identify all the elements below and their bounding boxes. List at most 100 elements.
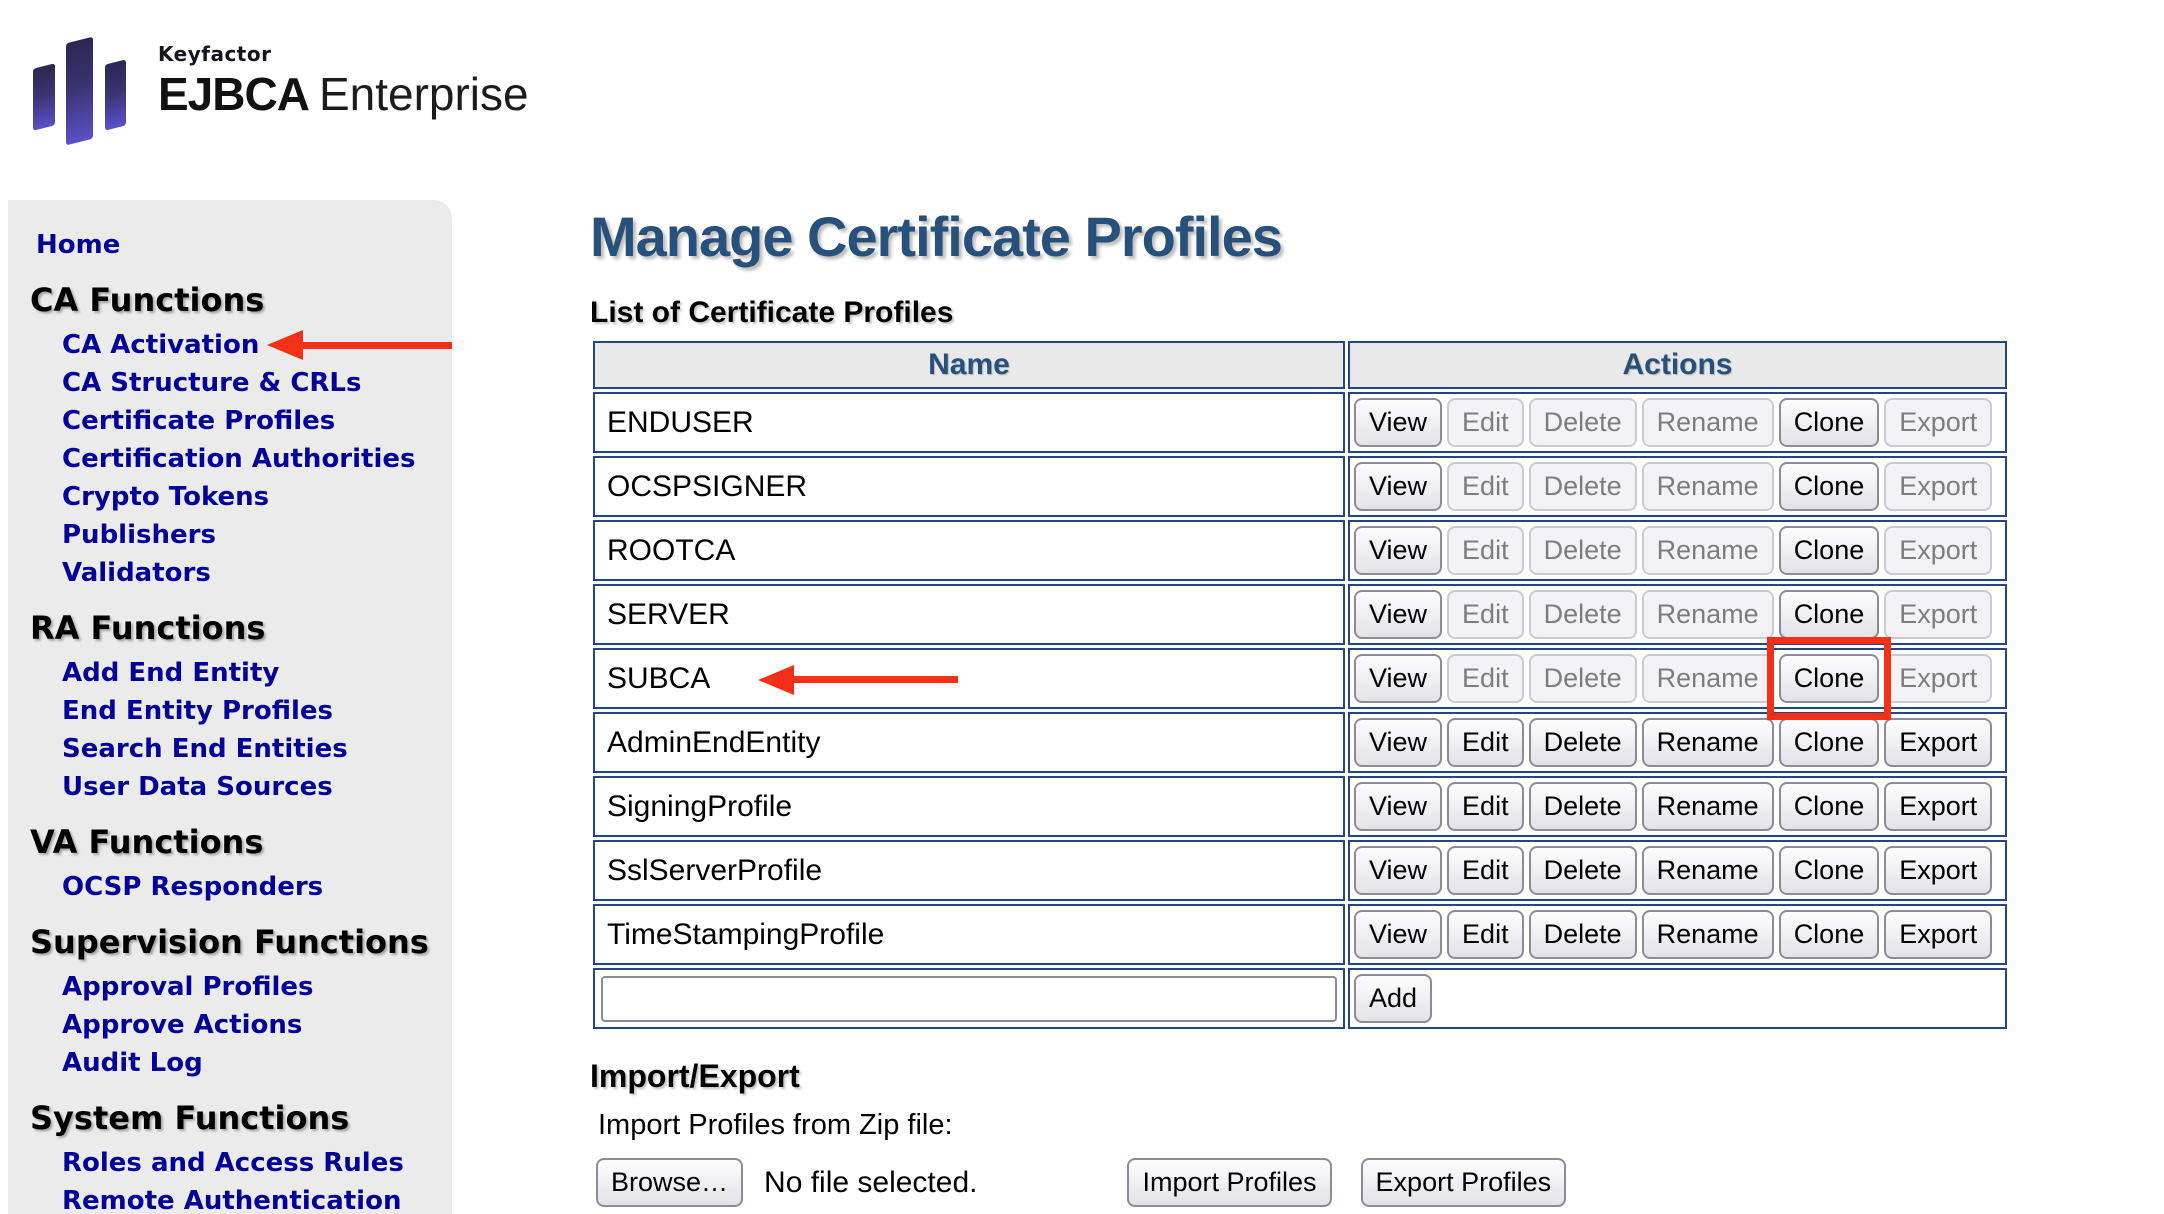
clone-button-server[interactable]: Clone [1779,590,1880,639]
sidebar-sections: CA Functions CA ActivationCA Structure & … [30,280,452,1214]
clone-button-sslserverprofile[interactable]: Clone [1779,846,1880,895]
export-button-timestampingprofile[interactable]: Export [1884,910,1992,959]
profile-name: SUBCA [607,662,710,695]
view-button-ocspsigner[interactable]: View [1354,462,1442,511]
sidebar-item-certificate-profiles[interactable]: Certificate Profiles [62,402,452,440]
rename-button-sslserverprofile[interactable]: Rename [1642,846,1774,895]
profile-actions-cell: ViewEditDeleteRenameCloneExport [1348,904,2007,965]
sidebar-item-add-end-entity[interactable]: Add End Entity [62,654,452,692]
clone-button-signingprofile[interactable]: Clone [1779,782,1880,831]
profile-name: AdminEndEntity [607,726,820,759]
view-button-enduser[interactable]: View [1354,398,1442,447]
clone-button-enduser[interactable]: Clone [1779,398,1880,447]
sidebar-item-search-end-entities[interactable]: Search End Entities [62,730,452,768]
sidebar-item-ca-structure-crls[interactable]: CA Structure & CRLs [62,364,452,402]
import-export-heading: Import/Export [590,1058,2020,1095]
sidebar-item-audit-log[interactable]: Audit Log [62,1044,452,1082]
profile-name: TimeStampingProfile [607,918,884,951]
sidebar-item-ca-activation[interactable]: CA Activation [62,326,452,364]
logo-bar [66,37,93,146]
export-button-sslserverprofile[interactable]: Export [1884,846,1992,895]
profile-name-cell: AdminEndEntity [593,712,1345,773]
sidebar-item-remote-authentication[interactable]: Remote Authentication [62,1182,452,1214]
table-row-signingprofile: SigningProfileViewEditDeleteRenameCloneE… [593,776,2007,837]
sidebar-item-ocsp-responders[interactable]: OCSP Responders [62,868,452,906]
delete-button-signingprofile[interactable]: Delete [1529,782,1637,831]
red-arrow-icon [758,665,958,695]
profile-name-cell: TimeStampingProfile [593,904,1345,965]
rename-button-rootca: Rename [1642,526,1774,575]
rename-button-adminendentity[interactable]: Rename [1642,718,1774,767]
sidebar-item-user-data-sources[interactable]: User Data Sources [62,768,452,806]
clone-button-rootca[interactable]: Clone [1779,526,1880,575]
sidebar-item-publishers[interactable]: Publishers [62,516,452,554]
logo-product: EJBCAEnterprise [158,67,529,121]
export-button-enduser: Export [1884,398,1992,447]
sidebar-item-validators[interactable]: Validators [62,554,452,592]
profile-actions-cell: ViewEditDeleteRenameCloneExport [1348,712,2007,773]
view-button-signingprofile[interactable]: View [1354,782,1442,831]
rename-button-ocspsigner: Rename [1642,462,1774,511]
profile-name: SERVER [607,598,730,631]
clone-button-subca[interactable]: Clone [1779,654,1880,703]
sidebar-section-va-functions: VA Functions [30,822,452,862]
view-button-rootca[interactable]: View [1354,526,1442,575]
keyfactor-logo-icon [33,30,133,150]
view-button-adminendentity[interactable]: View [1354,718,1442,767]
clone-button-ocspsigner[interactable]: Clone [1779,462,1880,511]
delete-button-ocspsigner: Delete [1529,462,1637,511]
table-row-ocspsigner: OCSPSIGNERViewEditDeleteRenameCloneExpor… [593,456,2007,517]
sidebar-section-system-functions: System Functions [30,1098,452,1138]
sidebar-item-home[interactable]: Home [36,226,452,264]
sidebar-item-roles-and-access-rules[interactable]: Roles and Access Rules [62,1144,452,1182]
rename-button-subca: Rename [1642,654,1774,703]
export-button-subca: Export [1884,654,1992,703]
new-profile-name-input[interactable] [601,976,1337,1022]
profile-name-cell: ROOTCA [593,520,1345,581]
profile-name-cell: SslServerProfile [593,840,1345,901]
edit-button-rootca: Edit [1447,526,1524,575]
profile-actions-cell: ViewEditDeleteRenameCloneExport [1348,456,2007,517]
rename-button-signingprofile[interactable]: Rename [1642,782,1774,831]
add-profile-row: Add [593,968,2007,1029]
export-button-adminendentity[interactable]: Export [1884,718,1992,767]
profile-actions-cell: ViewEditDeleteRenameCloneExport [1348,584,2007,645]
view-button-server[interactable]: View [1354,590,1442,639]
sidebar-item-crypto-tokens[interactable]: Crypto Tokens [62,478,452,516]
delete-button-sslserverprofile[interactable]: Delete [1529,846,1637,895]
view-button-sslserverprofile[interactable]: View [1354,846,1442,895]
import-profiles-button[interactable]: Import Profiles [1127,1158,1331,1207]
sidebar-item-approve-actions[interactable]: Approve Actions [62,1006,452,1044]
sidebar-item-certification-authorities[interactable]: Certification Authorities [62,440,452,478]
clone-button-timestampingprofile[interactable]: Clone [1779,910,1880,959]
logo-product-edition: Enterprise [319,68,529,120]
rename-button-timestampingprofile[interactable]: Rename [1642,910,1774,959]
export-button-signingprofile[interactable]: Export [1884,782,1992,831]
delete-button-adminendentity[interactable]: Delete [1529,718,1637,767]
edit-button-sslserverprofile[interactable]: Edit [1447,846,1524,895]
page: Keyfactor EJBCAEnterprise Home CA Functi… [0,0,2164,1214]
edit-button-adminendentity[interactable]: Edit [1447,718,1524,767]
delete-button-timestampingprofile[interactable]: Delete [1529,910,1637,959]
sidebar-item-approval-profiles[interactable]: Approval Profiles [62,968,452,1006]
view-button-timestampingprofile[interactable]: View [1354,910,1442,959]
edit-button-signingprofile[interactable]: Edit [1447,782,1524,831]
delete-button-subca: Delete [1529,654,1637,703]
delete-button-rootca: Delete [1529,526,1637,575]
table-row-sslserverprofile: SslServerProfile ViewEditDeleteRenameClon… [593,840,2007,901]
logo-brand: Keyfactor [158,42,529,66]
profiles-tbody: ENDUSERViewEditDeleteRenameCloneExportOC… [593,392,2007,965]
sidebar-item-end-entity-profiles[interactable]: End Entity Profiles [62,692,452,730]
add-button[interactable]: Add [1354,974,1432,1023]
sidebar-section-ca-functions: CA Functions [30,280,452,320]
clone-button-adminendentity[interactable]: Clone [1779,718,1880,767]
table-row-rootca: ROOTCAViewEditDeleteRenameCloneExport [593,520,2007,581]
edit-button-timestampingprofile[interactable]: Edit [1447,910,1524,959]
browse-button[interactable]: Browse… [596,1158,743,1207]
sidebar: Home CA Functions CA ActivationCA Structu… [8,200,452,1214]
export-button-rootca: Export [1884,526,1992,575]
view-button-subca[interactable]: View [1354,654,1442,703]
profile-name: SslServerProfile [607,854,822,887]
profile-name-cell: OCSPSIGNER [593,456,1345,517]
export-profiles-button[interactable]: Export Profiles [1361,1158,1567,1207]
